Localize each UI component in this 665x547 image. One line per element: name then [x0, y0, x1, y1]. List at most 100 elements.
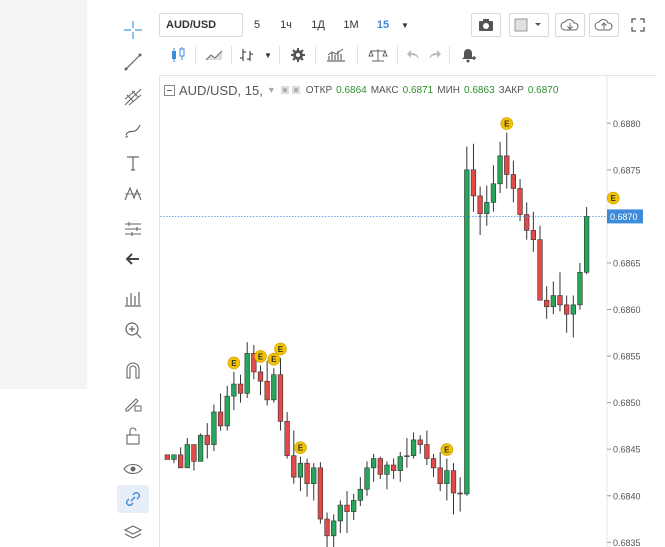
crosshair-icon[interactable]: [117, 16, 149, 44]
scales-icon[interactable]: [363, 43, 393, 67]
candle-body: [557, 295, 563, 306]
candle-body: [284, 420, 290, 457]
cloud-upload-icon[interactable]: [589, 13, 619, 37]
candle-body: [457, 492, 463, 495]
magnet-icon[interactable]: [117, 356, 149, 384]
settings-gear-icon[interactable]: [285, 43, 311, 67]
color-picker-icon[interactable]: [509, 13, 549, 37]
interval-5[interactable]: 5: [249, 13, 265, 37]
prediction-icon[interactable]: [117, 215, 149, 243]
candle-body: [430, 458, 437, 469]
area-chart-icon[interactable]: [201, 43, 227, 67]
candle-body: [444, 470, 450, 484]
candle-body: [377, 458, 383, 475]
measure-icon[interactable]: [117, 284, 149, 312]
candle-body: [371, 458, 377, 469]
interval-1h[interactable]: 1ч: [275, 13, 297, 37]
candle-body: [437, 467, 443, 484]
unlock-icon[interactable]: [117, 422, 149, 450]
candle-body: [337, 504, 343, 522]
candle-body: [344, 504, 350, 512]
chart-legend: AUD/USD, 15, ▼ ОТКР 0.6864 МАКС 0.6871 М…: [164, 82, 558, 98]
candle-body: [470, 169, 477, 197]
candle-body: [231, 383, 237, 397]
left-panel-blank-lower: [0, 389, 87, 547]
candle-body: [351, 500, 357, 512]
legend-dropdown[interactable]: ▼: [267, 85, 276, 95]
legend-close-label: ЗАКР: [498, 84, 524, 96]
legend-open-value: 0.6864: [336, 84, 367, 96]
arrow-left-icon[interactable]: [117, 245, 149, 273]
price-tick-label: 0.6855: [613, 352, 641, 362]
candle-body: [497, 155, 503, 185]
symbol-input[interactable]: AUD/USD: [159, 13, 243, 37]
candle-body: [211, 411, 217, 445]
interval-1m[interactable]: 1М: [340, 13, 362, 37]
candle-body: [317, 467, 324, 520]
legend-open-label: ОТКР: [305, 84, 333, 96]
price-tick-label: 0.6850: [613, 398, 641, 408]
interval-dropdown[interactable]: ▼: [397, 13, 413, 37]
candles-icon[interactable]: [165, 43, 191, 67]
candle-body: [304, 462, 310, 484]
candle-body: [311, 467, 317, 484]
candle-body: [184, 444, 190, 469]
candle-body: [410, 439, 417, 457]
candle-body: [331, 520, 337, 537]
candle-body: [364, 467, 370, 490]
price-tick-label: 0.6835: [613, 538, 641, 547]
add-alert-icon[interactable]: [455, 43, 481, 67]
candle-body: [164, 454, 170, 460]
candle-body: [257, 371, 264, 382]
lock-drawing-icon[interactable]: [117, 389, 149, 417]
interval-15[interactable]: 15: [373, 13, 393, 37]
legend-high-value: 0.6871: [402, 84, 434, 96]
price-tick-label: 0.6845: [613, 445, 641, 455]
left-panel-blank: [0, 0, 87, 389]
compare-icon[interactable]: [235, 43, 259, 67]
gann-fib-icon[interactable]: [117, 83, 149, 111]
legend-low-label: МИН: [437, 84, 460, 96]
price-tick-label: 0.6860: [613, 305, 641, 315]
candle-body: [297, 462, 304, 478]
price-tick-label: 0.6840: [613, 491, 641, 501]
eye-icon[interactable]: [117, 455, 149, 483]
cloud-download-icon[interactable]: [555, 13, 585, 37]
legend-symbol-title[interactable]: AUD/USD, 15,: [179, 83, 263, 98]
link-icon[interactable]: [117, 485, 149, 513]
price-chart[interactable]: 0.6880 0.6875 0.6870 0.6865 0.6860 0.6855 0.68…: [160, 75, 660, 547]
fullscreen-icon[interactable]: [625, 13, 651, 37]
pattern-icon[interactable]: [117, 180, 149, 208]
legend-close-value: 0.6870: [527, 84, 559, 96]
candle-body: [384, 464, 390, 475]
price-tick-label: 0.6875: [613, 165, 641, 175]
candle-body: [537, 239, 543, 301]
camera-icon[interactable]: [471, 13, 501, 37]
undo-icon[interactable]: [403, 43, 423, 67]
candle-body: [191, 444, 197, 462]
trend-line-icon[interactable]: [117, 48, 149, 76]
layers-icon[interactable]: [117, 519, 149, 547]
candle-body: [417, 439, 423, 445]
candle-body: [477, 195, 483, 214]
candle-body: [277, 374, 284, 422]
brush-icon[interactable]: [117, 116, 149, 144]
candle-body: [244, 353, 250, 394]
candle-body: [171, 454, 177, 460]
candle-body: [178, 454, 184, 469]
candle-body: [264, 380, 270, 401]
candle-body: [530, 230, 536, 240]
compare-dropdown[interactable]: ▼: [261, 43, 275, 67]
candle-body: [224, 395, 230, 427]
interval-1d[interactable]: 1Д: [307, 13, 329, 37]
legend-settings-icon[interactable]: [280, 85, 302, 95]
candle-body: [271, 374, 277, 401]
redo-icon[interactable]: [425, 43, 445, 67]
collapse-icon[interactable]: [164, 84, 175, 96]
candle-body: [450, 470, 457, 494]
zoom-in-icon[interactable]: [117, 316, 149, 344]
event-label: E: [278, 345, 284, 354]
candle-body: [517, 188, 523, 215]
text-tool-icon[interactable]: [117, 149, 149, 177]
indicators-icon[interactable]: [321, 43, 351, 67]
